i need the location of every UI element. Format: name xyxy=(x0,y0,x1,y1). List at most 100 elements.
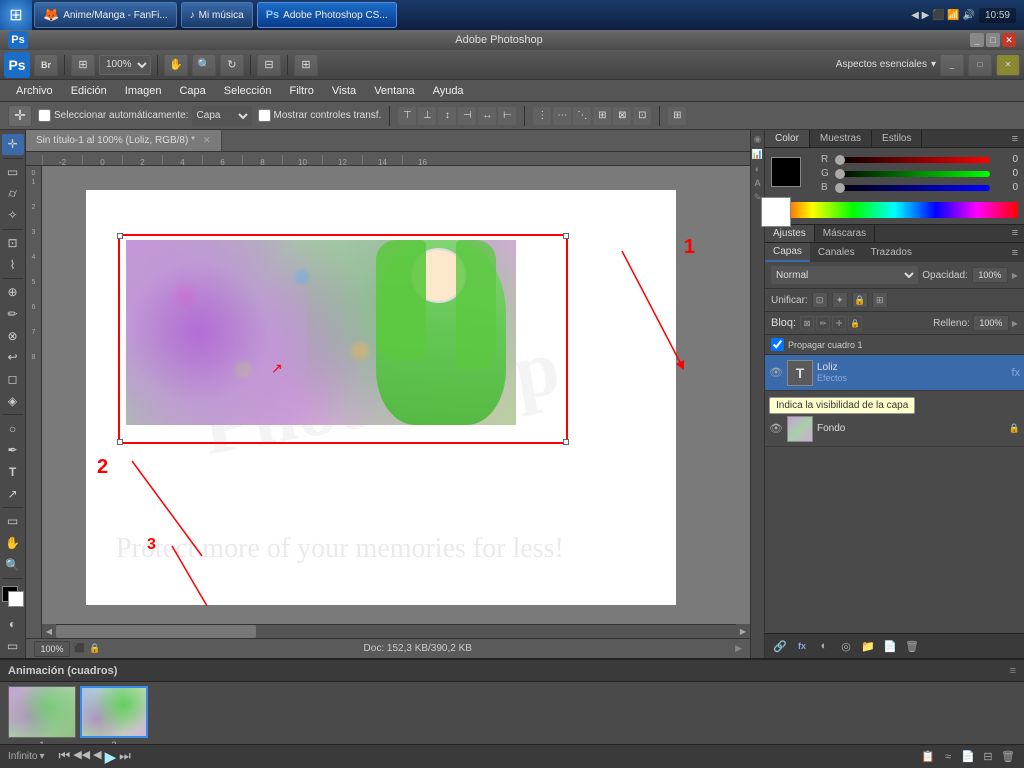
handle-bl[interactable] xyxy=(117,439,123,445)
anim-delete-btn[interactable]: 🗑 xyxy=(1000,749,1016,765)
dist-6-icon[interactable]: ⊡ xyxy=(633,107,651,125)
layer-link-btn[interactable]: 🔗 xyxy=(771,637,789,655)
hist-panel-icon[interactable]: 📊 xyxy=(752,149,763,160)
layers-panel-menu[interactable]: ≡ xyxy=(1006,245,1024,261)
anim-new-frame-btn[interactable]: 📄 xyxy=(960,749,976,765)
prev-frame-btn[interactable]: ◀◀ xyxy=(73,748,90,766)
tab-adjustments[interactable]: Ajustes xyxy=(765,225,815,242)
layer-item-fondo[interactable]: 👁 Fondo 🔒 xyxy=(765,411,1024,447)
align-top-icon[interactable]: ⊤ xyxy=(398,107,416,125)
path-tool[interactable]: ↗ xyxy=(2,483,24,504)
dist-5-icon[interactable]: ⊠ xyxy=(613,107,631,125)
layout-btn[interactable]: ⊟ xyxy=(257,54,281,76)
screen-mode-btn[interactable]: ▭ xyxy=(2,635,24,656)
layer-delete-btn[interactable]: 🗑 xyxy=(903,637,921,655)
maximize-button[interactable]: □ xyxy=(986,33,1000,47)
color-panel-menu[interactable]: ≡ xyxy=(1006,131,1024,147)
dist-3-icon[interactable]: ⋱ xyxy=(573,107,591,125)
document-tab[interactable]: Sin título-1 al 100% (Loliz, RGB/8) * ✕ xyxy=(26,130,222,151)
zoom-input[interactable] xyxy=(34,641,70,657)
zoom-tool[interactable]: 🔍 xyxy=(2,554,24,575)
healing-tool[interactable]: ⊕ xyxy=(2,282,24,303)
hand-tool-btn[interactable]: ✋ xyxy=(164,54,188,76)
last-frame-btn[interactable]: ⏭ xyxy=(119,748,131,766)
bridge-button[interactable]: Br xyxy=(34,54,58,76)
layer-new-btn[interactable]: 📄 xyxy=(881,637,899,655)
minimize-panel-btn[interactable]: _ xyxy=(940,54,964,76)
tab-color[interactable]: Color xyxy=(765,130,810,147)
layer-visibility-loliz[interactable]: 👁 xyxy=(769,366,783,380)
menu-imagen[interactable]: Imagen xyxy=(117,83,170,99)
fill-input[interactable] xyxy=(973,315,1009,331)
close-panel-btn[interactable]: ✕ xyxy=(996,54,1020,76)
b-slider[interactable] xyxy=(835,185,990,191)
first-frame-btn[interactable]: ⏮ xyxy=(59,748,71,766)
unif-icon-2[interactable]: ✦ xyxy=(832,292,848,308)
anim-frame-2[interactable]: 2 0,5 seg. xyxy=(80,686,148,744)
layer-mask-btn[interactable]: ◐ xyxy=(815,637,833,655)
color-panel-icon[interactable]: ◉ xyxy=(754,134,762,145)
handle-tl[interactable] xyxy=(117,233,123,239)
workspace-dropdown-icon[interactable]: ▾ xyxy=(931,59,936,70)
clone-tool[interactable]: ⊗ xyxy=(2,325,24,346)
eraser-tool[interactable]: ◻ xyxy=(2,369,24,390)
handle-br[interactable] xyxy=(563,439,569,445)
taskbar-ff-btn[interactable]: 🦊 Anime/Manga - FanFi... xyxy=(34,2,177,28)
gradient-tool[interactable]: ◈ xyxy=(2,391,24,412)
menu-edicion[interactable]: Edición xyxy=(63,83,115,99)
anim-tween-btn[interactable]: ≈ xyxy=(940,749,956,765)
taskbar-ps-btn[interactable]: Ps Adobe Photoshop CS... xyxy=(257,2,397,28)
menu-vista[interactable]: Vista xyxy=(324,83,364,99)
propagar-checkbox[interactable] xyxy=(771,338,784,351)
zoom-tool-btn[interactable]: 🔍 xyxy=(192,54,216,76)
menu-filtro[interactable]: Filtro xyxy=(281,83,321,99)
dist-1-icon[interactable]: ⋮ xyxy=(533,107,551,125)
show-transform-checkbox[interactable] xyxy=(258,109,271,122)
auto-select-checkbox[interactable] xyxy=(38,109,51,122)
unif-icon-1[interactable]: ⊡ xyxy=(812,292,828,308)
layer-item-loliz[interactable]: 👁 T Loliz Efectos fx Indica la visibilid… xyxy=(765,355,1024,391)
marquee-tool[interactable]: ▭ xyxy=(2,162,24,183)
eyedropper-tool[interactable]: ⌇ xyxy=(2,254,24,275)
tab-channels[interactable]: Canales xyxy=(810,244,863,261)
lasso-tool[interactable]: ⌭ xyxy=(2,183,24,204)
fill-arrow[interactable]: ▶ xyxy=(1012,319,1018,328)
scroll-right-status[interactable]: ▶ xyxy=(735,643,742,654)
animation-panel-menu[interactable]: ≡ xyxy=(1010,665,1016,677)
scroll-thumb[interactable] xyxy=(56,625,256,638)
r-slider[interactable] xyxy=(835,157,990,163)
shape-tool[interactable]: ▭ xyxy=(2,511,24,532)
start-button[interactable]: ⊞ xyxy=(0,0,32,30)
tab-masks[interactable]: Máscaras xyxy=(815,225,875,242)
menu-ventana[interactable]: Ventana xyxy=(366,83,422,99)
dodge-tool[interactable]: ○ xyxy=(2,418,24,439)
align-right-icon[interactable]: ⊢ xyxy=(498,107,516,125)
adj-panel-menu[interactable]: ≡ xyxy=(1006,225,1024,242)
opacity-input[interactable] xyxy=(972,267,1008,283)
view-mode-button[interactable]: ⊞ xyxy=(71,54,95,76)
background-swatch[interactable] xyxy=(761,197,791,227)
close-doc-icon[interactable]: ✕ xyxy=(203,135,211,146)
tab-trazados[interactable]: Trazados xyxy=(863,244,920,261)
unif-icon-3[interactable]: 🔒 xyxy=(852,292,868,308)
rotate-btn[interactable]: ↻ xyxy=(220,54,244,76)
handle-tr[interactable] xyxy=(563,233,569,239)
restore-panel-btn[interactable]: □ xyxy=(968,54,992,76)
unif-icon-4[interactable]: ⊞ xyxy=(872,292,888,308)
anim-copy-btn[interactable]: 📋 xyxy=(920,749,936,765)
history-brush[interactable]: ↩ xyxy=(2,347,24,368)
layer-adj-btn[interactable]: ◎ xyxy=(837,637,855,655)
move-tool[interactable]: ✛ xyxy=(2,134,24,155)
g-slider[interactable] xyxy=(835,171,990,177)
minimize-button[interactable]: _ xyxy=(970,33,984,47)
dist-2-icon[interactable]: ⋯ xyxy=(553,107,571,125)
menu-seleccion[interactable]: Selección xyxy=(216,83,280,99)
layer-visibility-fondo[interactable]: 👁 xyxy=(769,422,783,436)
tab-layers[interactable]: Capas xyxy=(765,243,810,262)
hand-tool[interactable]: ✋ xyxy=(2,533,24,554)
color-spectrum-bar[interactable] xyxy=(771,202,1018,218)
zoom-select[interactable]: 100% xyxy=(99,55,151,75)
brush-tool[interactable]: ✏ xyxy=(2,304,24,325)
taskbar-music-btn[interactable]: ♪ Mi música xyxy=(181,2,253,28)
move-tool-options[interactable]: ✛ xyxy=(8,105,32,127)
